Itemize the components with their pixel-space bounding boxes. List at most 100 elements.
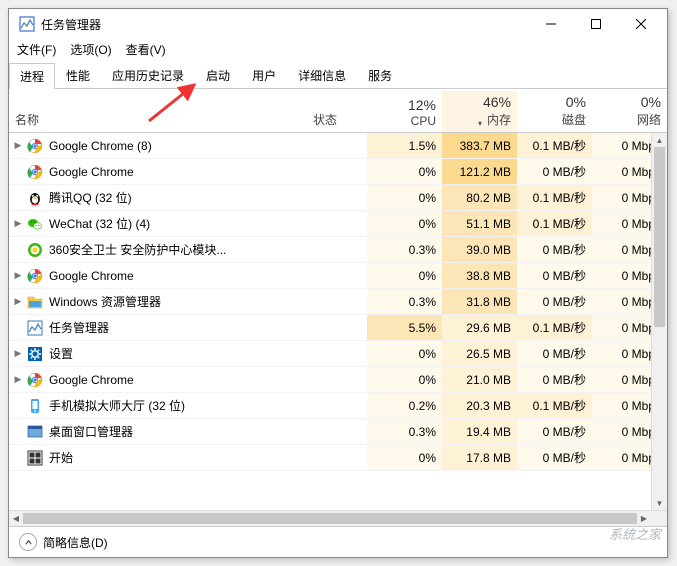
cell-disk: 0 MB/秒 bbox=[517, 341, 592, 366]
process-row[interactable]: ▶Google Chrome (8)1.5%383.7 MB0.1 MB/秒0 … bbox=[9, 133, 667, 159]
scroll-down-icon[interactable]: ▼ bbox=[652, 496, 667, 510]
cell-cpu: 0% bbox=[367, 263, 442, 288]
cell-memory: 29.6 MB bbox=[442, 315, 517, 340]
cell-memory: 383.7 MB bbox=[442, 133, 517, 158]
cell-cpu: 0% bbox=[367, 445, 442, 470]
tab-5[interactable]: 详细信息 bbox=[287, 62, 357, 88]
cell-disk: 0 MB/秒 bbox=[517, 419, 592, 444]
process-row[interactable]: 任务管理器5.5%29.6 MB0.1 MB/秒0 Mbps bbox=[9, 315, 667, 341]
tab-1[interactable]: 性能 bbox=[55, 62, 101, 88]
tab-0[interactable]: 进程 bbox=[9, 63, 55, 89]
col-header-memory[interactable]: ▾ 46% 内存 bbox=[442, 91, 517, 132]
cell-disk: 0.1 MB/秒 bbox=[517, 211, 592, 236]
menu-options[interactable]: 选项(O) bbox=[70, 41, 111, 58]
process-row[interactable]: ▶设置0%26.5 MB0 MB/秒0 Mbps bbox=[9, 341, 667, 367]
scrollbar-thumb[interactable] bbox=[654, 147, 665, 327]
cell-disk: 0 MB/秒 bbox=[517, 263, 592, 288]
cell-disk: 0 MB/秒 bbox=[517, 159, 592, 184]
cell-cpu: 1.5% bbox=[367, 133, 442, 158]
fewer-details-label[interactable]: 简略信息(D) bbox=[43, 534, 108, 551]
tab-bar: 进程性能应用历史记录启动用户详细信息服务 bbox=[9, 62, 667, 89]
qq-icon bbox=[27, 190, 43, 206]
cell-disk: 0.1 MB/秒 bbox=[517, 315, 592, 340]
cell-disk: 0 MB/秒 bbox=[517, 367, 592, 392]
col-header-cpu[interactable]: 12% CPU bbox=[367, 94, 442, 132]
horizontal-scrollbar[interactable]: ◀ ▶ bbox=[9, 510, 667, 526]
col-header-network[interactable]: 0% 网络 bbox=[592, 91, 667, 132]
window-title: 任务管理器 bbox=[41, 16, 528, 33]
cell-cpu: 0% bbox=[367, 185, 442, 210]
tab-6[interactable]: 服务 bbox=[357, 62, 403, 88]
process-row[interactable]: 桌面窗口管理器0.3%19.4 MB0 MB/秒0 Mbps bbox=[9, 419, 667, 445]
tab-3[interactable]: 启动 bbox=[195, 62, 241, 88]
cell-disk: 0 MB/秒 bbox=[517, 237, 592, 262]
cell-memory: 20.3 MB bbox=[442, 393, 517, 418]
expand-toggle[interactable]: ▶ bbox=[9, 374, 27, 385]
explorer-icon bbox=[27, 294, 43, 310]
app-icon bbox=[19, 16, 35, 32]
chrome-icon bbox=[27, 372, 43, 388]
close-button[interactable] bbox=[618, 10, 663, 38]
cell-memory: 38.8 MB bbox=[442, 263, 517, 288]
expand-toggle[interactable]: ▶ bbox=[9, 140, 27, 151]
emulator-icon bbox=[27, 398, 43, 414]
start-icon bbox=[27, 450, 43, 466]
expand-toggle[interactable]: ▶ bbox=[9, 218, 27, 229]
col-header-name[interactable]: 名称 bbox=[9, 89, 307, 132]
col-header-status[interactable]: 状态 bbox=[307, 89, 367, 132]
titlebar: 任务管理器 bbox=[9, 9, 667, 39]
cell-disk: 0.1 MB/秒 bbox=[517, 185, 592, 210]
process-row[interactable]: ▶WeChat (32 位) (4)0%51.1 MB0.1 MB/秒0 Mbp… bbox=[9, 211, 667, 237]
expand-toggle[interactable]: ▶ bbox=[9, 270, 27, 281]
cell-memory: 21.0 MB bbox=[442, 367, 517, 392]
process-list: ▶Google Chrome (8)1.5%383.7 MB0.1 MB/秒0 … bbox=[9, 133, 667, 471]
vertical-scrollbar[interactable]: ▲ ▼ bbox=[651, 133, 667, 510]
menubar: 文件(F) 选项(O) 查看(V) bbox=[9, 39, 667, 62]
process-name: 开始 bbox=[49, 449, 307, 466]
process-row[interactable]: Google Chrome0%121.2 MB0 MB/秒0 Mbps bbox=[9, 159, 667, 185]
process-row[interactable]: 360安全卫士 安全防护中心模块...0.3%39.0 MB0 MB/秒0 Mb… bbox=[9, 237, 667, 263]
cell-cpu: 0.3% bbox=[367, 237, 442, 262]
fewer-details-button[interactable] bbox=[19, 533, 37, 551]
menu-view[interactable]: 查看(V) bbox=[126, 41, 166, 58]
process-name: 桌面窗口管理器 bbox=[49, 423, 307, 440]
cell-cpu: 5.5% bbox=[367, 315, 442, 340]
maximize-button[interactable] bbox=[573, 10, 618, 38]
process-name: 360安全卫士 安全防护中心模块... bbox=[49, 241, 307, 258]
cell-cpu: 0% bbox=[367, 211, 442, 236]
tab-2[interactable]: 应用历史记录 bbox=[101, 62, 195, 88]
cell-memory: 80.2 MB bbox=[442, 185, 517, 210]
process-row[interactable]: ▶Google Chrome0%38.8 MB0 MB/秒0 Mbps bbox=[9, 263, 667, 289]
process-name: 设置 bbox=[49, 345, 307, 362]
minimize-button[interactable] bbox=[528, 10, 573, 38]
expand-toggle[interactable]: ▶ bbox=[9, 348, 27, 359]
scroll-left-icon[interactable]: ◀ bbox=[9, 511, 23, 526]
hscrollbar-thumb[interactable] bbox=[23, 513, 637, 524]
process-row[interactable]: 手机模拟大师大厅 (32 位)0.2%20.3 MB0.1 MB/秒0 Mbps bbox=[9, 393, 667, 419]
menu-file[interactable]: 文件(F) bbox=[17, 41, 56, 58]
cell-disk: 0.1 MB/秒 bbox=[517, 133, 592, 158]
process-row[interactable]: ▶Windows 资源管理器0.3%31.8 MB0 MB/秒0 Mbps bbox=[9, 289, 667, 315]
tab-4[interactable]: 用户 bbox=[241, 62, 287, 88]
process-row[interactable]: ▶Google Chrome0%21.0 MB0 MB/秒0 Mbps bbox=[9, 367, 667, 393]
cell-memory: 31.8 MB bbox=[442, 289, 517, 314]
process-row[interactable]: 开始0%17.8 MB0 MB/秒0 Mbps bbox=[9, 445, 667, 471]
taskmgr-icon bbox=[27, 320, 43, 336]
process-name: WeChat (32 位) (4) bbox=[49, 215, 307, 232]
process-row[interactable]: 腾讯QQ (32 位)0%80.2 MB0.1 MB/秒0 Mbps bbox=[9, 185, 667, 211]
col-header-disk[interactable]: 0% 磁盘 bbox=[517, 91, 592, 132]
dwm-icon bbox=[27, 424, 43, 440]
cell-disk: 0.1 MB/秒 bbox=[517, 393, 592, 418]
cell-memory: 26.5 MB bbox=[442, 341, 517, 366]
cell-cpu: 0% bbox=[367, 341, 442, 366]
process-name: Google Chrome bbox=[49, 373, 307, 387]
wechat-icon bbox=[27, 216, 43, 232]
sort-indicator-icon: ▾ bbox=[478, 119, 482, 128]
cell-cpu: 0% bbox=[367, 159, 442, 184]
process-name: Google Chrome bbox=[49, 269, 307, 283]
expand-toggle[interactable]: ▶ bbox=[9, 296, 27, 307]
scroll-right-icon[interactable]: ▶ bbox=[637, 511, 651, 526]
scroll-up-icon[interactable]: ▲ bbox=[652, 133, 667, 147]
cell-cpu: 0.2% bbox=[367, 393, 442, 418]
chrome-icon bbox=[27, 268, 43, 284]
